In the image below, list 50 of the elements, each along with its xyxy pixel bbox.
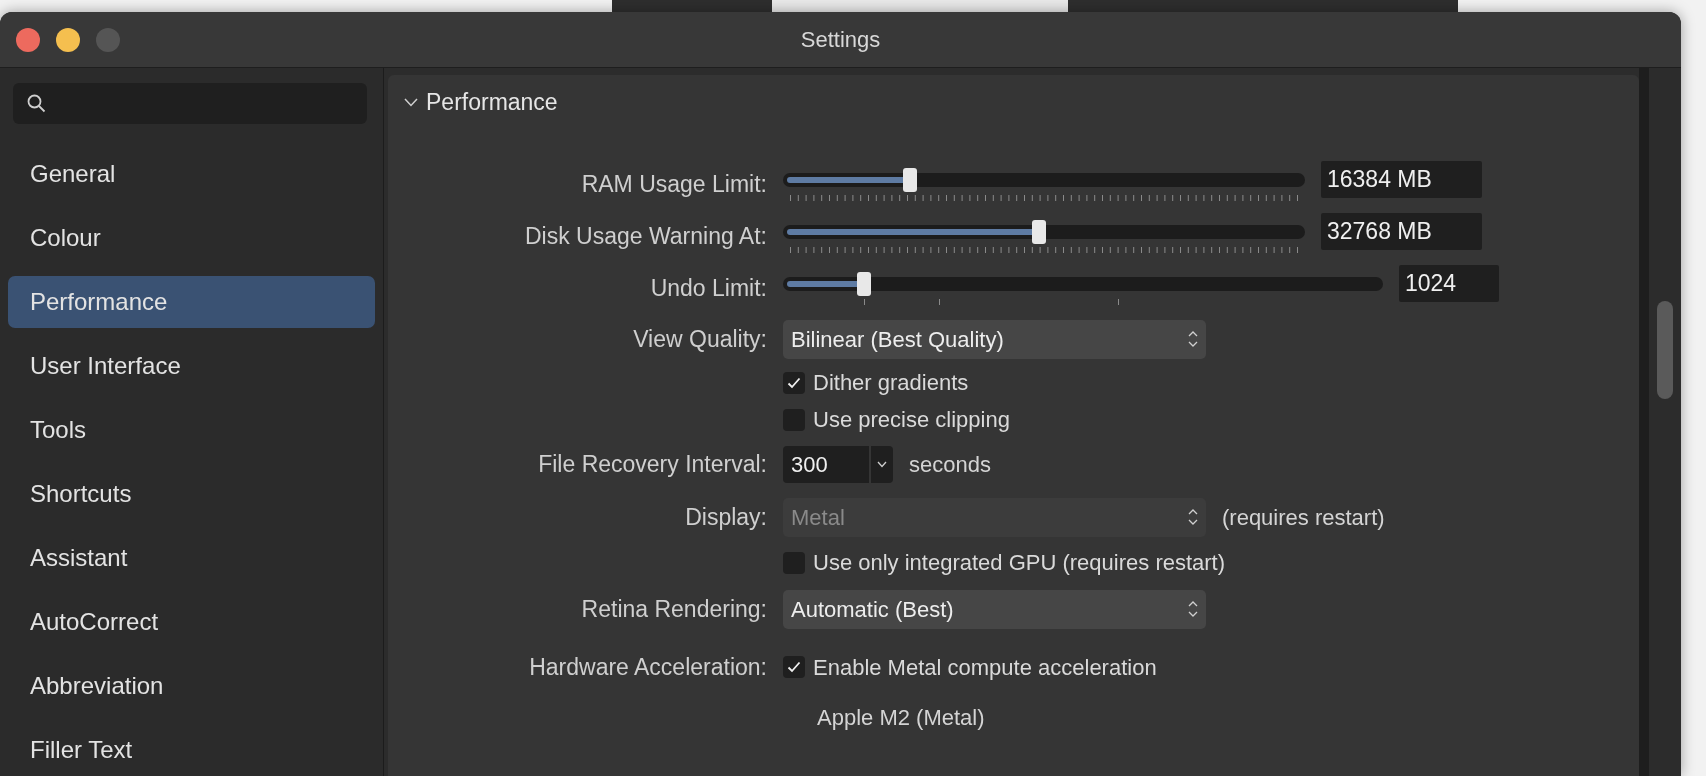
stepper-icon [1188, 330, 1198, 348]
dropdown[interactable]: Automatic (Best) [783, 589, 1206, 629]
setting-label: File Recovery Interval: [537, 449, 768, 479]
value-field[interactable]: 16384 MB [1321, 161, 1482, 198]
slider-thumb[interactable] [856, 272, 871, 296]
setting-label: Disk Usage Warning At: [523, 221, 768, 251]
checkbox-label[interactable]: Use only integrated GPU (requires restart) [813, 546, 1226, 579]
setting-label: RAM Usage Limit: [580, 169, 768, 199]
sidebar-item[interactable]: Shortcuts [8, 468, 375, 520]
sidebar-item[interactable]: General [8, 148, 375, 200]
unit-label: seconds [909, 450, 991, 479]
sidebar-item[interactable]: Tools [8, 404, 375, 456]
combo-field[interactable]: 300 [783, 445, 869, 483]
checkmark-icon [787, 376, 801, 389]
search-field[interactable] [13, 83, 367, 124]
sidebar-item[interactable]: Colour [8, 212, 375, 264]
sidebar-item[interactable]: User Interface [8, 340, 375, 392]
setting-label: Undo Limit: [649, 273, 768, 303]
checkbox-label[interactable]: Use precise clipping [813, 403, 1010, 436]
setting-label: View Quality: [632, 324, 768, 354]
sidebar-item[interactable]: Assistant [8, 532, 375, 584]
sidebar-item[interactable]: Filler Text [8, 724, 375, 776]
info-text: Apple M2 (Metal) [817, 703, 985, 732]
search-icon [27, 94, 46, 113]
close-button[interactable] [16, 28, 40, 52]
setting-label: Retina Rendering: [580, 594, 768, 624]
minimize-button[interactable] [56, 28, 80, 52]
section-title: Performance [426, 88, 558, 118]
checkmark-icon [787, 661, 801, 673]
scrollbar-thumb[interactable] [1657, 301, 1673, 399]
setting-label: Display: [684, 502, 768, 532]
dropdown[interactable]: Bilinear (Best Quality) [783, 319, 1206, 359]
sidebar-item[interactable]: Performance [8, 276, 375, 328]
window-title: Settings [800, 26, 881, 54]
value-field[interactable]: 1024 [1399, 265, 1499, 302]
chevron-icon[interactable] [404, 98, 418, 107]
checkbox-label[interactable]: Enable Metal compute acceleration [813, 650, 1157, 684]
setting-label: Hardware Acceleration: [528, 652, 768, 682]
slider-thumb[interactable] [903, 168, 918, 192]
checkbox-label[interactable]: Dither gradients [813, 366, 969, 399]
slider-thumb[interactable] [1031, 220, 1046, 244]
checkbox[interactable] [783, 371, 805, 394]
value-field[interactable]: 32768 MB [1321, 213, 1482, 250]
sidebar-item[interactable]: AutoCorrect [8, 596, 375, 648]
checkbox[interactable] [783, 656, 805, 678]
stepper-icon [1188, 600, 1198, 618]
stepper-icon [1188, 508, 1198, 526]
caret-icon [877, 460, 887, 468]
hint-text: (requires restart) [1222, 503, 1385, 532]
sidebar-item[interactable]: Abbreviation [8, 660, 375, 712]
